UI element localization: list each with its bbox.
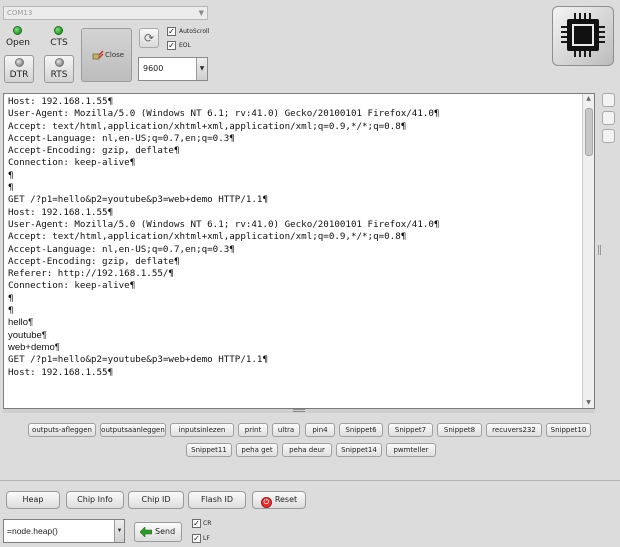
dtr-indicator-icon bbox=[15, 58, 24, 67]
autoscroll-checkbox[interactable]: ✓ bbox=[167, 27, 176, 36]
snippet-button[interactable]: peha deur bbox=[282, 443, 332, 457]
baud-select[interactable]: 9600 ▼ bbox=[138, 57, 208, 81]
snippet-button[interactable]: inputsinlezen bbox=[170, 423, 234, 437]
refresh-icon: ⟳ bbox=[143, 31, 155, 45]
terminal-output: Host: 192.168.1.55¶ User-Agent: Mozilla/… bbox=[8, 96, 580, 379]
scroll-down-icon[interactable]: ▼ bbox=[583, 398, 594, 408]
terminal-line: ¶ bbox=[8, 182, 14, 194]
snippet-button[interactable]: Snippet11 bbox=[186, 443, 232, 457]
side-tab-1[interactable] bbox=[602, 93, 615, 107]
terminal-line: Accept-Language: nl,en-US;q=0.7,en;q=0.3… bbox=[8, 132, 235, 144]
terminal-line: Connection: keep-alive¶ bbox=[8, 157, 136, 169]
terminal-line: Accept-Language: nl,en-US;q=0.7,en;q=0.3… bbox=[8, 243, 235, 255]
refresh-button[interactable]: ⟳ bbox=[139, 28, 159, 48]
baud-value: 9600 bbox=[143, 64, 164, 73]
arrow-left-icon bbox=[140, 527, 152, 537]
chevron-down-icon: ▼ bbox=[196, 58, 207, 80]
cr-label: CR bbox=[203, 520, 212, 527]
snippet-button[interactable]: Snippet6 bbox=[339, 423, 383, 437]
eol-checkbox[interactable]: ✓ bbox=[167, 41, 176, 50]
snippet-button[interactable]: ultra bbox=[272, 423, 300, 437]
eol-label: EOL bbox=[179, 42, 191, 49]
close-label: Close bbox=[105, 51, 125, 59]
cr-checkbox[interactable]: ✓ bbox=[192, 519, 201, 528]
chip-logo bbox=[552, 6, 614, 66]
terminal-line: Connection: keep-alive¶ bbox=[8, 280, 136, 292]
plug-icon bbox=[92, 50, 104, 60]
divider bbox=[0, 480, 620, 481]
terminal-line: youtube¶ bbox=[8, 329, 47, 341]
snippet-button[interactable]: recuvers232 bbox=[486, 423, 542, 437]
send-label: Send bbox=[155, 527, 176, 536]
scroll-thumb[interactable] bbox=[585, 108, 593, 156]
lf-label: LF bbox=[203, 535, 210, 542]
autoscroll-label: AutoScroll bbox=[179, 28, 210, 35]
grip-icon bbox=[293, 409, 305, 412]
command-value: =node.heap() bbox=[7, 526, 58, 536]
power-icon: ⏻ bbox=[260, 497, 272, 508]
snippet-button[interactable]: outputs-afleggen bbox=[28, 423, 96, 437]
terminal-line: Accept-Encoding: gzip, deflate¶ bbox=[8, 255, 180, 267]
cts-label: CTS bbox=[50, 38, 68, 48]
port-label: COM13 bbox=[7, 9, 33, 17]
dtr-label: DTR bbox=[9, 70, 29, 80]
chip-info-button[interactable]: Chip Info bbox=[66, 491, 124, 509]
cts-indicator-icon bbox=[54, 26, 63, 35]
scroll-up-icon[interactable]: ▲ bbox=[583, 94, 594, 104]
dtr-button[interactable]: DTR bbox=[4, 55, 34, 83]
terminal-line: User-Agent: Mozilla/5.0 (Windows NT 6.1;… bbox=[8, 108, 440, 120]
heap-button[interactable]: Heap bbox=[6, 491, 60, 509]
terminal-line: Host: 192.168.1.55¶ bbox=[8, 206, 114, 218]
terminal-line: hello¶ bbox=[8, 317, 34, 329]
terminal-splitter[interactable] bbox=[3, 409, 595, 413]
terminal-line: User-Agent: Mozilla/5.0 (Windows NT 6.1;… bbox=[8, 218, 440, 230]
chevron-down-icon: ▼ bbox=[198, 9, 204, 17]
chip-id-button[interactable]: Chip ID bbox=[128, 491, 184, 509]
snippet-button[interactable]: Snippet8 bbox=[437, 423, 482, 437]
terminal-line: Referer: http://192.168.1.55/¶ bbox=[8, 268, 174, 280]
reset-button[interactable]: ⏻ Reset bbox=[252, 491, 306, 509]
snippet-button[interactable]: peha get bbox=[236, 443, 278, 457]
snippet-button[interactable]: Snippet10 bbox=[546, 423, 591, 437]
side-panel-tabs bbox=[602, 93, 615, 147]
terminal-line: ¶ bbox=[8, 169, 14, 181]
close-port-button[interactable]: Close bbox=[81, 28, 132, 82]
command-input[interactable]: =node.heap() ▼ bbox=[3, 519, 125, 543]
snippet-button[interactable]: Snippet14 bbox=[336, 443, 382, 457]
rts-indicator-icon bbox=[55, 58, 64, 67]
snippet-button[interactable]: outputsaanleggen bbox=[100, 423, 166, 437]
terminal-line: ¶ bbox=[8, 305, 14, 317]
terminal-line: Accept: text/html,application/xhtml+xml,… bbox=[8, 120, 407, 132]
terminal-line: Accept-Encoding: gzip, deflate¶ bbox=[8, 145, 180, 157]
side-tab-3[interactable] bbox=[602, 129, 615, 143]
flash-id-button[interactable]: Flash ID bbox=[188, 491, 246, 509]
lf-checkbox[interactable]: ✓ bbox=[192, 534, 201, 543]
open-indicator-icon bbox=[13, 26, 22, 35]
snippet-button[interactable]: pin4 bbox=[305, 423, 335, 437]
send-button[interactable]: Send bbox=[134, 522, 182, 542]
snippet-button[interactable]: Snippet7 bbox=[388, 423, 433, 437]
terminal-line: ¶ bbox=[8, 292, 14, 304]
side-splitter[interactable] bbox=[598, 245, 601, 255]
serial-terminal[interactable]: Host: 192.168.1.55¶ User-Agent: Mozilla/… bbox=[3, 93, 595, 409]
chevron-down-icon[interactable]: ▼ bbox=[114, 520, 124, 542]
terminal-line: web+demo¶ bbox=[8, 341, 60, 353]
side-tab-2[interactable] bbox=[602, 111, 615, 125]
snippet-button[interactable]: pwmteller bbox=[386, 443, 436, 457]
terminal-line: Host: 192.168.1.55¶ bbox=[8, 366, 114, 378]
terminal-scrollbar[interactable]: ▲ ▼ bbox=[582, 94, 594, 408]
rts-button[interactable]: RTS bbox=[44, 55, 74, 83]
snippet-button[interactable]: print bbox=[238, 423, 268, 437]
reset-label: Reset bbox=[274, 495, 298, 504]
terminal-line: Accept: text/html,application/xhtml+xml,… bbox=[8, 231, 407, 243]
terminal-line: Host: 192.168.1.55¶ bbox=[8, 96, 114, 107]
rts-label: RTS bbox=[50, 70, 68, 80]
microchip-icon bbox=[561, 13, 605, 57]
port-select[interactable]: COM13 ▼ bbox=[3, 6, 208, 20]
open-label: Open bbox=[5, 38, 31, 48]
terminal-line: GET /?p1=hello&p2=youtube&p3=web+demo HT… bbox=[8, 194, 268, 206]
terminal-line: GET /?p1=hello&p2=youtube&p3=web+demo HT… bbox=[8, 354, 268, 366]
